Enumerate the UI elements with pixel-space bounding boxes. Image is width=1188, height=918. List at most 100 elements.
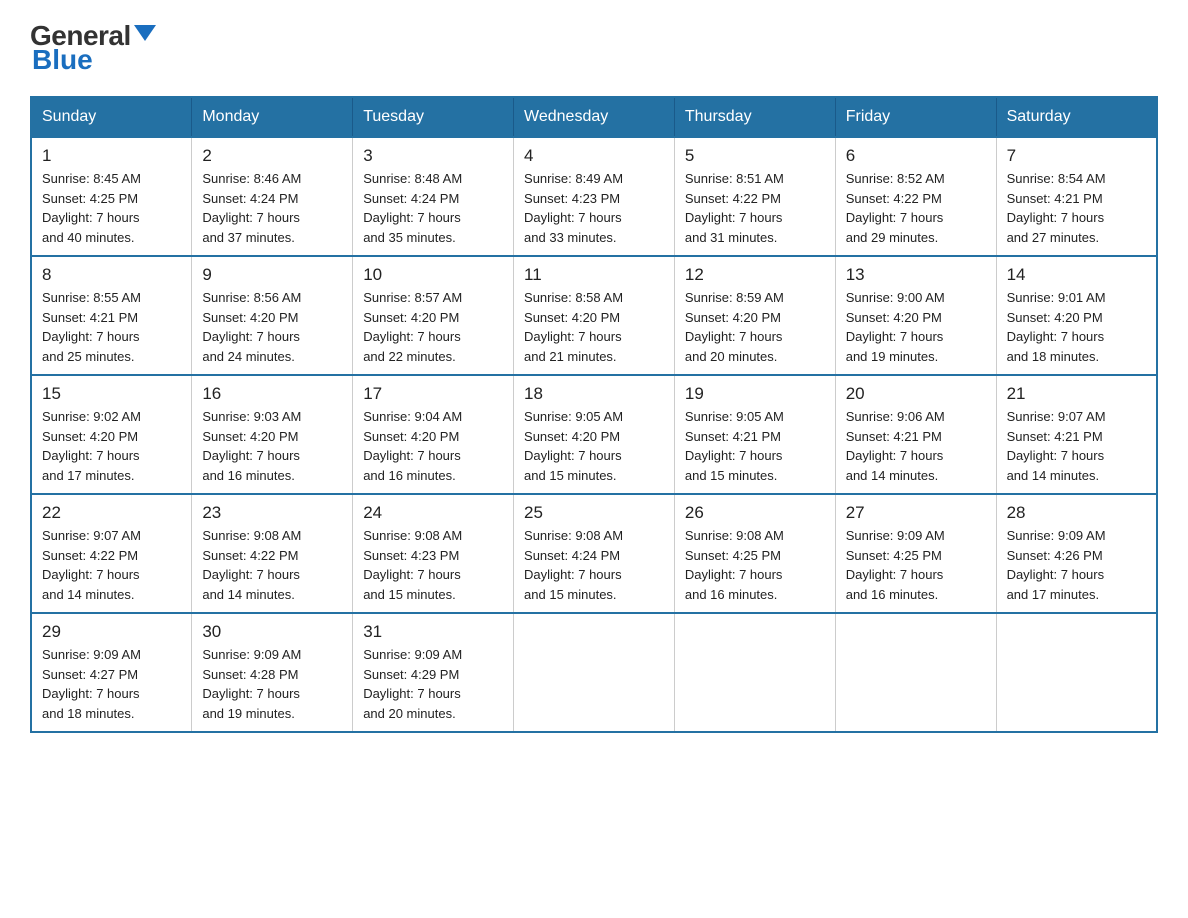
day-info: Sunrise: 8:49 AMSunset: 4:23 PMDaylight:… [524,169,664,247]
calendar-cell: 17 Sunrise: 9:04 AMSunset: 4:20 PMDayligh… [353,375,514,494]
calendar-cell: 6 Sunrise: 8:52 AMSunset: 4:22 PMDaylight… [835,137,996,256]
calendar-week-row: 1 Sunrise: 8:45 AMSunset: 4:25 PMDaylight… [31,137,1157,256]
day-number: 14 [1007,265,1146,285]
day-info: Sunrise: 9:03 AMSunset: 4:20 PMDaylight:… [202,407,342,485]
header-sunday: Sunday [31,97,192,137]
day-info: Sunrise: 9:05 AMSunset: 4:20 PMDaylight:… [524,407,664,485]
day-number: 3 [363,146,503,166]
calendar-table: SundayMondayTuesdayWednesdayThursdayFrid… [30,96,1158,733]
calendar-cell: 5 Sunrise: 8:51 AMSunset: 4:22 PMDaylight… [674,137,835,256]
calendar-cell: 8 Sunrise: 8:55 AMSunset: 4:21 PMDaylight… [31,256,192,375]
calendar-cell: 1 Sunrise: 8:45 AMSunset: 4:25 PMDaylight… [31,137,192,256]
calendar-cell: 23 Sunrise: 9:08 AMSunset: 4:22 PMDayligh… [192,494,353,613]
header-tuesday: Tuesday [353,97,514,137]
logo-blue-text: Blue [30,44,93,76]
calendar-cell [835,613,996,732]
day-number: 12 [685,265,825,285]
calendar-cell: 11Sunrise: 8:58 AMSunset: 4:20 PMDayligh… [514,256,675,375]
day-info: Sunrise: 9:07 AMSunset: 4:21 PMDaylight:… [1007,407,1146,485]
calendar-cell: 10 Sunrise: 8:57 AMSunset: 4:20 PMDayligh… [353,256,514,375]
calendar-cell: 27Sunrise: 9:09 AMSunset: 4:25 PMDayligh… [835,494,996,613]
day-info: Sunrise: 8:57 AMSunset: 4:20 PMDaylight:… [363,288,503,366]
day-number: 1 [42,146,181,166]
day-number: 5 [685,146,825,166]
day-number: 21 [1007,384,1146,404]
calendar-cell: 15 Sunrise: 9:02 AMSunset: 4:20 PMDayligh… [31,375,192,494]
calendar-cell: 9 Sunrise: 8:56 AMSunset: 4:20 PMDaylight… [192,256,353,375]
day-info: Sunrise: 9:09 AMSunset: 4:28 PMDaylight:… [202,645,342,723]
header-thursday: Thursday [674,97,835,137]
calendar-cell: 14 Sunrise: 9:01 AMSunset: 4:20 PMDayligh… [996,256,1157,375]
day-info: Sunrise: 9:06 AMSunset: 4:21 PMDaylight:… [846,407,986,485]
calendar-cell: 7 Sunrise: 8:54 AMSunset: 4:21 PMDaylight… [996,137,1157,256]
calendar-cell: 13 Sunrise: 9:00 AMSunset: 4:20 PMDayligh… [835,256,996,375]
day-number: 9 [202,265,342,285]
day-number: 10 [363,265,503,285]
day-number: 26 [685,503,825,523]
day-number: 11 [524,265,664,285]
day-number: 25 [524,503,664,523]
day-number: 16 [202,384,342,404]
calendar-week-row: 22Sunrise: 9:07 AMSunset: 4:22 PMDayligh… [31,494,1157,613]
day-number: 17 [363,384,503,404]
day-info: Sunrise: 8:55 AMSunset: 4:21 PMDaylight:… [42,288,181,366]
calendar-cell [996,613,1157,732]
day-number: 30 [202,622,342,642]
day-number: 23 [202,503,342,523]
header-saturday: Saturday [996,97,1157,137]
calendar-cell: 26Sunrise: 9:08 AMSunset: 4:25 PMDayligh… [674,494,835,613]
day-number: 22 [42,503,181,523]
day-info: Sunrise: 9:02 AMSunset: 4:20 PMDaylight:… [42,407,181,485]
day-info: Sunrise: 9:09 AMSunset: 4:26 PMDaylight:… [1007,526,1146,604]
calendar-cell: 31 Sunrise: 9:09 AMSunset: 4:29 PMDayligh… [353,613,514,732]
day-number: 4 [524,146,664,166]
logo-triangle-icon [134,21,156,43]
day-number: 15 [42,384,181,404]
day-number: 20 [846,384,986,404]
calendar-cell: 2 Sunrise: 8:46 AMSunset: 4:24 PMDaylight… [192,137,353,256]
header-wednesday: Wednesday [514,97,675,137]
calendar-cell: 3Sunrise: 8:48 AMSunset: 4:24 PMDaylight… [353,137,514,256]
day-info: Sunrise: 9:08 AMSunset: 4:22 PMDaylight:… [202,526,342,604]
day-info: Sunrise: 9:01 AMSunset: 4:20 PMDaylight:… [1007,288,1146,366]
day-info: Sunrise: 9:08 AMSunset: 4:24 PMDaylight:… [524,526,664,604]
header-monday: Monday [192,97,353,137]
calendar-week-row: 8 Sunrise: 8:55 AMSunset: 4:21 PMDaylight… [31,256,1157,375]
day-number: 2 [202,146,342,166]
day-number: 6 [846,146,986,166]
day-info: Sunrise: 9:09 AMSunset: 4:27 PMDaylight:… [42,645,181,723]
day-info: Sunrise: 8:56 AMSunset: 4:20 PMDaylight:… [202,288,342,366]
day-info: Sunrise: 9:09 AMSunset: 4:29 PMDaylight:… [363,645,503,723]
day-info: Sunrise: 9:08 AMSunset: 4:23 PMDaylight:… [363,526,503,604]
calendar-header-row: SundayMondayTuesdayWednesdayThursdayFrid… [31,97,1157,137]
calendar-cell: 16 Sunrise: 9:03 AMSunset: 4:20 PMDayligh… [192,375,353,494]
calendar-week-row: 29 Sunrise: 9:09 AMSunset: 4:27 PMDayligh… [31,613,1157,732]
day-number: 28 [1007,503,1146,523]
calendar-cell [674,613,835,732]
day-info: Sunrise: 8:52 AMSunset: 4:22 PMDaylight:… [846,169,986,247]
calendar-week-row: 15 Sunrise: 9:02 AMSunset: 4:20 PMDayligh… [31,375,1157,494]
day-number: 7 [1007,146,1146,166]
day-number: 13 [846,265,986,285]
calendar-cell: 12Sunrise: 8:59 AMSunset: 4:20 PMDayligh… [674,256,835,375]
day-info: Sunrise: 9:00 AMSunset: 4:20 PMDaylight:… [846,288,986,366]
calendar-cell: 18 Sunrise: 9:05 AMSunset: 4:20 PMDayligh… [514,375,675,494]
day-info: Sunrise: 8:46 AMSunset: 4:24 PMDaylight:… [202,169,342,247]
header-friday: Friday [835,97,996,137]
day-info: Sunrise: 9:04 AMSunset: 4:20 PMDaylight:… [363,407,503,485]
day-info: Sunrise: 8:45 AMSunset: 4:25 PMDaylight:… [42,169,181,247]
day-number: 29 [42,622,181,642]
logo: General Blue [30,20,156,76]
calendar-cell: 30 Sunrise: 9:09 AMSunset: 4:28 PMDayligh… [192,613,353,732]
day-info: Sunrise: 8:51 AMSunset: 4:22 PMDaylight:… [685,169,825,247]
calendar-cell: 29 Sunrise: 9:09 AMSunset: 4:27 PMDayligh… [31,613,192,732]
day-number: 18 [524,384,664,404]
calendar-cell: 20 Sunrise: 9:06 AMSunset: 4:21 PMDayligh… [835,375,996,494]
day-info: Sunrise: 8:54 AMSunset: 4:21 PMDaylight:… [1007,169,1146,247]
day-info: Sunrise: 9:09 AMSunset: 4:25 PMDaylight:… [846,526,986,604]
day-number: 8 [42,265,181,285]
day-number: 31 [363,622,503,642]
day-number: 24 [363,503,503,523]
calendar-cell: 4 Sunrise: 8:49 AMSunset: 4:23 PMDaylight… [514,137,675,256]
calendar-cell: 21 Sunrise: 9:07 AMSunset: 4:21 PMDayligh… [996,375,1157,494]
